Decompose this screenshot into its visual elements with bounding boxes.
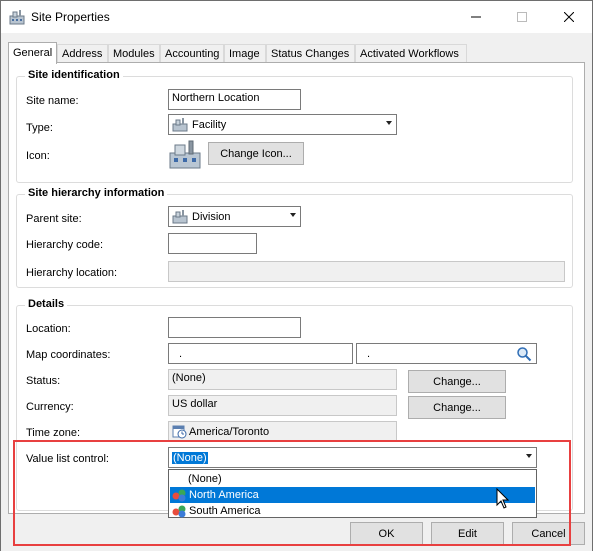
currency-label: Currency: — [26, 401, 74, 413]
option-label: South America — [189, 505, 261, 517]
group-title: Site identification — [25, 69, 123, 81]
option-label: (None) — [188, 473, 222, 485]
longitude-value: . — [367, 348, 371, 360]
tab-image[interactable]: Image — [224, 44, 266, 63]
map-coordinates-label: Map coordinates: — [26, 349, 111, 361]
chevron-down-icon — [526, 454, 532, 458]
value-list-selected-value: (None) — [172, 451, 208, 464]
tab-general[interactable]: General — [8, 42, 57, 64]
currency-change-button[interactable]: Change... — [408, 396, 506, 419]
value-list-dropdown[interactable]: (None) North America South America — [168, 469, 537, 518]
time-zone-icon — [172, 425, 187, 439]
title-bar[interactable]: Site Properties — [1, 1, 592, 33]
dropdown-option-north-america[interactable]: North America — [170, 487, 535, 503]
site-name-input[interactable]: Northern Location — [168, 89, 301, 110]
change-icon-button[interactable]: Change Icon... — [208, 142, 304, 165]
icon-label: Icon: — [26, 150, 50, 162]
type-select[interactable]: Facility — [168, 114, 397, 135]
edit-button[interactable]: Edit — [431, 522, 504, 545]
hierarchy-code-input[interactable] — [168, 233, 257, 254]
location-label: Location: — [26, 323, 71, 335]
time-zone-value: America/Toronto — [189, 425, 270, 438]
maximize-button[interactable] — [499, 1, 545, 33]
general-tab-panel: Site identification Site name: Northern … — [8, 62, 585, 514]
value-list-control-label: Value list control: — [26, 453, 109, 465]
hierarchy-code-label: Hierarchy code: — [26, 239, 104, 251]
type-value: Facility — [192, 118, 227, 131]
tab-accounting[interactable]: Accounting — [160, 44, 224, 63]
maximize-icon — [517, 12, 527, 22]
location-input[interactable] — [168, 317, 301, 338]
parent-site-select[interactable]: Division — [168, 206, 301, 227]
status-label: Status: — [26, 375, 61, 387]
tab-activated-workflows[interactable]: Activated Workflows — [355, 44, 467, 63]
chevron-down-icon — [290, 213, 296, 217]
parent-site-value: Division — [192, 210, 231, 223]
facility-icon — [172, 117, 188, 131]
chevron-down-icon — [386, 121, 392, 125]
latitude-value: . — [179, 348, 183, 360]
cancel-button[interactable]: Cancel — [512, 522, 585, 545]
window-title: Site Properties — [31, 10, 110, 24]
building-icon — [9, 10, 25, 25]
tab-modules[interactable]: Modules — [108, 44, 160, 63]
time-zone-label: Time zone: — [26, 427, 81, 439]
mouse-cursor-icon — [496, 488, 510, 509]
close-icon — [564, 12, 574, 22]
map-longitude-input[interactable]: . — [356, 343, 537, 364]
dialog-button-bar: OK Edit Cancel — [1, 515, 592, 551]
time-zone-field: America/Toronto — [168, 421, 397, 442]
division-icon — [172, 209, 188, 223]
ok-button[interactable]: OK — [350, 522, 423, 545]
site-name-label: Site name: — [26, 95, 79, 107]
site-building-icon — [169, 140, 201, 169]
hierarchy-location-field — [168, 261, 565, 282]
type-label: Type: — [26, 122, 53, 134]
option-label: North America — [189, 489, 259, 501]
close-button[interactable] — [546, 1, 592, 33]
status-change-button[interactable]: Change... — [408, 370, 506, 393]
dropdown-option-none[interactable]: (None) — [170, 471, 535, 487]
status-field: (None) — [168, 369, 397, 390]
minimize-icon — [471, 16, 481, 18]
tab-address[interactable]: Address — [57, 44, 108, 63]
parent-site-label: Parent site: — [26, 213, 82, 225]
globe-icon — [172, 505, 186, 518]
map-latitude-input[interactable]: . — [168, 343, 353, 364]
site-properties-window: Site Properties General Address Modules … — [0, 0, 593, 551]
value-list-control-select[interactable]: (None) — [168, 447, 537, 468]
search-icon[interactable] — [516, 346, 532, 362]
currency-field: US dollar — [168, 395, 397, 416]
group-title: Site hierarchy information — [25, 187, 168, 199]
tab-status-changes[interactable]: Status Changes — [266, 44, 355, 63]
minimize-button[interactable] — [453, 1, 499, 33]
globe-icon — [172, 489, 186, 502]
hierarchy-location-label: Hierarchy location: — [26, 267, 118, 279]
group-title: Details — [25, 298, 68, 310]
dropdown-option-south-america[interactable]: South America — [170, 503, 535, 519]
